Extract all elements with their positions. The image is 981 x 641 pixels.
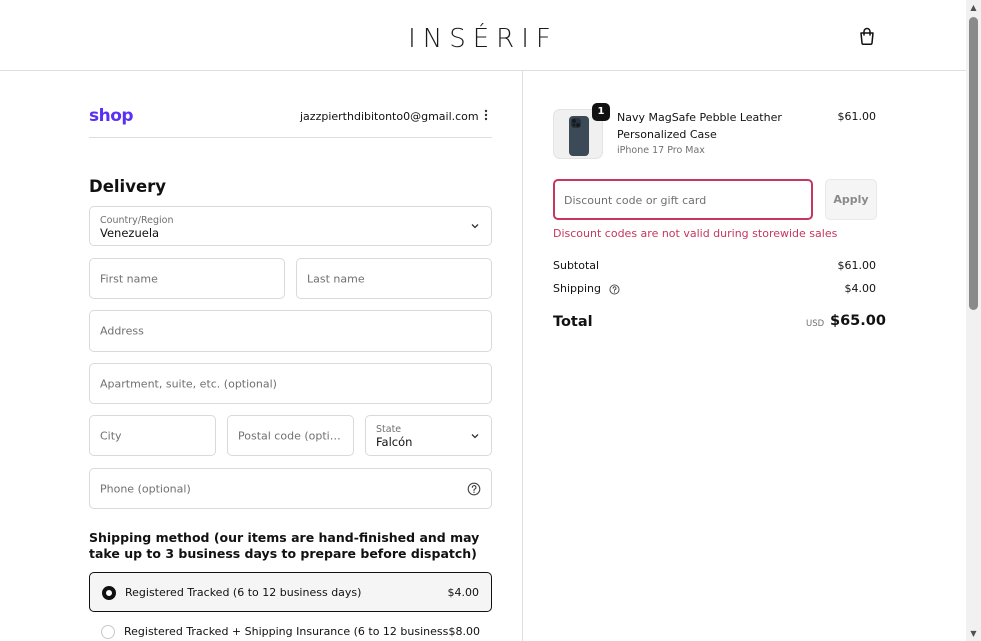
shipping-option-registered-tracked[interactable]: Registered Tracked (6 to 12 business day… xyxy=(89,572,492,612)
shipping-method-heading: Shipping method (our items are hand-fini… xyxy=(89,530,480,561)
scroll-up-arrow-icon[interactable]: ▲ xyxy=(966,0,981,15)
state-select[interactable]: State Falcón xyxy=(365,415,492,456)
cart-button[interactable] xyxy=(856,25,878,47)
product-name: Navy MagSafe Pebble Leather Personalized… xyxy=(617,111,782,141)
postal-code-placeholder: Postal code (option... xyxy=(238,429,346,442)
scrollbar-thumb[interactable] xyxy=(969,17,978,310)
shopping-bag-icon xyxy=(860,27,874,45)
apartment-placeholder: Apartment, suite, etc. (optional) xyxy=(100,377,277,390)
chevron-down-icon xyxy=(471,433,479,438)
brand-logo[interactable]: INSÉRIF xyxy=(392,24,574,54)
shipping-label-wrap: Shipping xyxy=(553,282,620,295)
total-currency: USD xyxy=(806,319,825,329)
apartment-field[interactable]: Apartment, suite, etc. (optional) xyxy=(89,363,492,404)
shipping-value: $4.00 xyxy=(844,282,877,295)
shipping-option-price: $4.00 xyxy=(447,586,480,599)
country-label: Country/Region xyxy=(100,215,174,226)
shipping-option-label: Registered Tracked (6 to 12 business day… xyxy=(125,586,362,599)
postal-code-field[interactable]: Postal code (option... xyxy=(227,415,354,456)
product-variant: iPhone 17 Pro Max xyxy=(617,145,705,156)
shipping-option-label: Registered Tracked + Shipping Insurance … xyxy=(124,625,449,638)
state-label: State xyxy=(376,424,402,435)
help-circle-icon[interactable] xyxy=(608,283,620,295)
help-circle-icon[interactable] xyxy=(467,482,481,496)
shipping-row: Shipping $4.00 xyxy=(553,282,876,296)
city-field[interactable]: City xyxy=(89,415,216,456)
scroll-down-arrow-icon[interactable]: ▼ xyxy=(966,626,981,641)
chevron-down-icon xyxy=(471,224,479,229)
radio-selected[interactable] xyxy=(102,586,116,600)
apply-discount-button[interactable]: Apply xyxy=(825,179,877,220)
radio-unselected[interactable] xyxy=(101,625,115,639)
shop-pay-logo: shop xyxy=(89,106,134,126)
state-value: Falcón xyxy=(376,435,413,449)
phone-field[interactable]: Phone (optional) xyxy=(89,468,492,509)
address-placeholder: Address xyxy=(100,324,144,338)
total-value: $65.00 xyxy=(830,313,886,329)
discount-error-message: Discount codes are not valid during stor… xyxy=(553,227,838,240)
city-placeholder: City xyxy=(100,429,122,442)
total-label: Total xyxy=(553,314,593,330)
last-name-field[interactable]: Last name xyxy=(296,258,492,299)
page-scrollbar[interactable]: ▲ ▼ xyxy=(966,0,981,641)
account-menu-button[interactable] xyxy=(480,109,492,125)
shipping-label: Shipping xyxy=(553,282,601,295)
country-select[interactable]: Country/Region Venezuela xyxy=(89,206,492,246)
discount-placeholder: Discount code or gift card xyxy=(564,194,707,207)
account-email: jazzpierthdibitonto0@gmail.com xyxy=(300,110,479,123)
first-name-placeholder: First name xyxy=(100,272,158,285)
account-divider xyxy=(89,137,492,138)
country-value: Venezuela xyxy=(100,226,160,240)
last-name-placeholder: Last name xyxy=(307,272,365,285)
phone-placeholder: Phone (optional) xyxy=(100,482,191,495)
discount-code-input[interactable]: Discount code or gift card xyxy=(553,179,813,220)
shipping-option-price: $8.00 xyxy=(448,625,481,638)
quantity-badge: 1 xyxy=(592,103,610,121)
more-vertical-icon xyxy=(484,109,488,121)
shipping-option-insured[interactable]: Registered Tracked + Shipping Insurance … xyxy=(89,612,492,641)
delivery-heading: Delivery xyxy=(89,177,167,196)
subtotal-label: Subtotal xyxy=(553,259,600,272)
subtotal-value: $61.00 xyxy=(837,259,877,272)
first-name-field[interactable]: First name xyxy=(89,258,285,299)
address-field[interactable]: Address xyxy=(89,310,492,352)
site-header: INSÉRIF xyxy=(0,0,966,71)
subtotal-row: Subtotal $61.00 xyxy=(553,259,876,273)
product-price: $61.00 xyxy=(837,110,877,123)
